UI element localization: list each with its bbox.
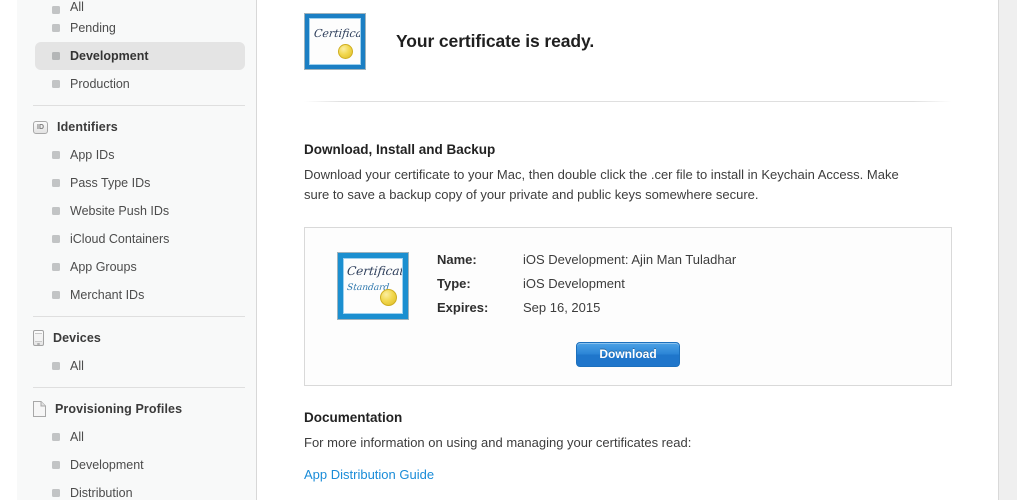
download-button-row: Download [325, 341, 931, 367]
sidebar-item-development[interactable]: Development [35, 42, 245, 70]
sidebar-item-label: Development [70, 458, 144, 472]
sidebar-item-label: Merchant IDs [70, 288, 145, 302]
certificate-icon-large: Certificate Standard [337, 251, 409, 320]
sidebar-group-label: Identifiers [57, 120, 118, 134]
certificate-icon-text: Certificate [313, 27, 361, 40]
sidebar-bullet-icon [52, 433, 60, 441]
sidebar-item-app-ids[interactable]: App IDs [35, 141, 245, 169]
sidebar-item-label: Pass Type IDs [70, 176, 151, 190]
certificate-field-expires: Expires: Sep 16, 2015 [437, 300, 736, 324]
sidebar-item-label: All [70, 359, 84, 373]
sidebar-group-label: Devices [53, 331, 101, 345]
sidebar-item-all[interactable]: All [35, 423, 245, 451]
sidebar-item-icloud-containers[interactable]: iCloud Containers [35, 225, 245, 253]
certificate-field-type: Type: iOS Development [437, 276, 736, 300]
certificate-icon-large-wrapper: Certificate Standard [325, 250, 409, 320]
device-icon [33, 330, 44, 346]
sidebar-item-label: All [70, 430, 84, 444]
sidebar-group-devices[interactable]: Devices [17, 324, 256, 352]
sidebar-bullet-icon [52, 489, 60, 497]
sidebar-item-development[interactable]: Development [35, 451, 245, 479]
sidebar-divider [33, 105, 245, 106]
sidebar-item-all[interactable]: All [35, 0, 245, 14]
sidebar-divider [33, 316, 245, 317]
sidebar-group-identifiers[interactable]: ID Identifiers [17, 113, 256, 141]
sidebar-bullet-icon [52, 24, 60, 32]
main-content: Certificate Your certificate is ready. D… [258, 0, 998, 500]
id-badge-icon: ID [33, 120, 48, 134]
sidebar-item-label: Pending [70, 21, 116, 35]
sidebar-bullet-icon [52, 52, 60, 60]
sidebar-group-label: Provisioning Profiles [55, 402, 183, 416]
sidebar-item-label: Distribution [70, 486, 133, 500]
documentation-section-title: Documentation [304, 409, 403, 425]
sidebar-bullet-icon [52, 235, 60, 243]
certificate-field-expires-label: Expires: [437, 299, 489, 315]
download-button[interactable]: Download [576, 341, 680, 367]
sidebar-item-label: Development [70, 49, 149, 63]
sidebar-item-all[interactable]: All [35, 352, 245, 380]
download-section-title: Download, Install and Backup [304, 142, 496, 157]
documentation-section: Documentation For more information on us… [304, 386, 952, 485]
certificate-icon: Certificate [304, 13, 366, 70]
page-title: Your certificate is ready. [396, 31, 595, 51]
sidebar-bullet-icon [52, 263, 60, 271]
sidebar-item-pending[interactable]: Pending [35, 14, 245, 42]
sidebar-group-provisioning-profiles[interactable]: Provisioning Profiles [17, 395, 256, 423]
certificate-seal-icon [338, 44, 353, 59]
sidebar-item-pass-type-ids[interactable]: Pass Type IDs [35, 169, 245, 197]
sidebar-item-website-push-ids[interactable]: Website Push IDs [35, 197, 245, 225]
certificate-fields: Name: iOS Development: Ajin Man Tuladhar… [437, 250, 736, 324]
sidebar-item-label: All [70, 0, 84, 14]
sidebar-bullet-icon [52, 362, 60, 370]
sidebar-item-label: Production [70, 77, 130, 91]
certificate-icon-large-text-primary: Certificate [346, 263, 403, 278]
sidebar-bullet-icon [52, 179, 60, 187]
sidebar-item-production[interactable]: Production [35, 70, 245, 98]
sidebar-divider [33, 387, 245, 388]
sidebar-item-label: iCloud Containers [70, 232, 170, 246]
sidebar-bullet-icon [52, 6, 60, 14]
certificate-field-name-label: Name: [437, 251, 477, 267]
sidebar-item-label: App Groups [70, 260, 137, 274]
document-icon [33, 401, 46, 417]
certificate-ready-header: Certificate Your certificate is ready. [304, 0, 952, 70]
sidebar-item-distribution[interactable]: Distribution [35, 479, 245, 500]
sidebar-bullet-icon [52, 291, 60, 299]
sidebar-bullet-icon [52, 151, 60, 159]
app-window: All Pending Development Production ID Identif… [0, 0, 1017, 500]
certificate-field-name: Name: iOS Development: Ajin Man Tuladhar [437, 252, 736, 276]
right-panel [998, 0, 1017, 500]
sidebar: All Pending Development Production ID Identif… [17, 0, 257, 500]
left-gutter [0, 0, 17, 500]
download-section-body: Download your certificate to your Mac, t… [304, 167, 899, 202]
certificate-field-type-value: iOS Development [523, 275, 625, 291]
sidebar-item-app-groups[interactable]: App Groups [35, 253, 245, 281]
sidebar-item-merchant-ids[interactable]: Merchant IDs [35, 281, 245, 309]
app-distribution-guide-link[interactable]: App Distribution Guide [304, 467, 434, 482]
sidebar-item-label: App IDs [70, 148, 115, 162]
certificate-field-type-label: Type: [437, 275, 471, 291]
sidebar-bullet-icon [52, 461, 60, 469]
sidebar-bullet-icon [52, 80, 60, 88]
certificate-seal-icon-large [380, 288, 397, 306]
documentation-section-body: For more information on using and managi… [304, 434, 692, 450]
certificate-field-expires-value: Sep 16, 2015 [523, 299, 601, 315]
sidebar-item-label: Website Push IDs [70, 204, 170, 218]
sidebar-bullet-icon [52, 207, 60, 215]
certificate-field-name-value: iOS Development: Ajin Man Tuladhar [523, 251, 737, 267]
certificate-detail-panel: Certificate Standard Name: iOS Developme… [304, 226, 952, 386]
download-install-backup-section: Download, Install and Backup Download yo… [304, 102, 952, 386]
